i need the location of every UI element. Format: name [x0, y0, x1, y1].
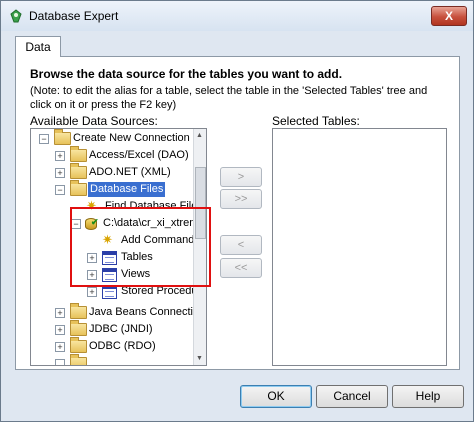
tree-item-label: C:\data\cr_xi_xtrem: [103, 217, 199, 229]
selected-tables-label: Selected Tables:: [272, 114, 360, 128]
expand-icon[interactable]: +: [55, 168, 65, 178]
expand-icon[interactable]: +: [55, 308, 65, 318]
close-button[interactable]: X: [431, 6, 467, 26]
title-bar[interactable]: Database Expert X: [1, 1, 473, 31]
tree-item-label: Tables: [121, 251, 153, 263]
folder-icon: [70, 320, 87, 336]
selected-tables-tree[interactable]: [272, 128, 447, 366]
tree-item-label: Database Files: [88, 182, 166, 197]
available-data-sources-label: Available Data Sources:: [30, 114, 158, 128]
expand-icon[interactable]: +: [87, 287, 97, 297]
folder-icon: [70, 337, 87, 353]
folder-icon: [70, 354, 87, 365]
tree-item-label: Java Beans Connectivit: [89, 306, 204, 318]
data-tab-panel: Browse the data source for the tables yo…: [15, 56, 460, 370]
folder-icon: [70, 303, 87, 319]
expand-icon[interactable]: +: [55, 325, 65, 335]
folder-icon: [70, 146, 87, 162]
tab-data[interactable]: Data: [15, 36, 61, 57]
folder-icon: [70, 180, 87, 196]
tree-item-label: Find Database File: [105, 200, 198, 212]
cancel-button[interactable]: Cancel: [316, 385, 388, 408]
tree-item-label: JDBC (JNDI): [89, 323, 153, 335]
expand-icon[interactable]: +: [87, 253, 97, 263]
available-data-sources-tree[interactable]: − Create New Connection + Access/Excel (…: [30, 128, 207, 366]
add-table-button[interactable]: >: [220, 167, 262, 187]
remove-table-button[interactable]: <: [220, 235, 262, 255]
find-file-icon: ✷: [86, 198, 97, 213]
panel-heading: Browse the data source for the tables yo…: [30, 67, 343, 81]
tree-item-label: Create New Connection: [73, 132, 190, 144]
tree-item-label: Access/Excel (DAO): [89, 149, 189, 161]
scrollbar-thumb[interactable]: [195, 167, 206, 239]
add-all-tables-button[interactable]: >>: [220, 189, 262, 209]
window-title: Database Expert: [29, 9, 119, 23]
collapse-icon[interactable]: −: [55, 185, 65, 195]
add-command-icon: ✷: [102, 232, 113, 247]
alias-note: (Note: to edit the alias for a table, se…: [30, 85, 428, 111]
app-icon: [10, 9, 22, 23]
collapse-icon[interactable]: −: [39, 134, 49, 144]
tree-item-label: Add Command: [121, 234, 195, 246]
database-expert-window: Database Expert X Data Browse the data s…: [0, 0, 474, 422]
scroll-up-icon[interactable]: ▲: [196, 132, 203, 139]
tree-item-label: ADO.NET (XML): [89, 166, 171, 178]
view-icon: [102, 268, 117, 282]
tree-item-label: Stored Procedu: [121, 285, 198, 297]
help-button[interactable]: Help: [392, 385, 464, 408]
expand-icon[interactable]: +: [55, 151, 65, 161]
tree-item-label: Views: [121, 268, 151, 280]
database-icon: ✔: [84, 216, 99, 230]
remove-all-tables-button[interactable]: <<: [220, 258, 262, 278]
collapse-icon[interactable]: −: [71, 219, 81, 229]
expand-icon[interactable]: [55, 359, 65, 365]
expand-icon[interactable]: +: [87, 270, 97, 280]
expand-icon[interactable]: +: [55, 342, 65, 352]
stored-procedure-icon: [102, 285, 117, 299]
tree-item-label: ODBC (RDO): [89, 340, 156, 352]
folder-icon: [70, 163, 87, 179]
tree-vertical-scrollbar[interactable]: ▲ ▼: [193, 129, 206, 365]
scroll-down-icon[interactable]: ▼: [196, 355, 203, 362]
folder-icon: [54, 129, 71, 145]
ok-button[interactable]: OK: [240, 385, 312, 408]
table-icon: [102, 251, 117, 265]
